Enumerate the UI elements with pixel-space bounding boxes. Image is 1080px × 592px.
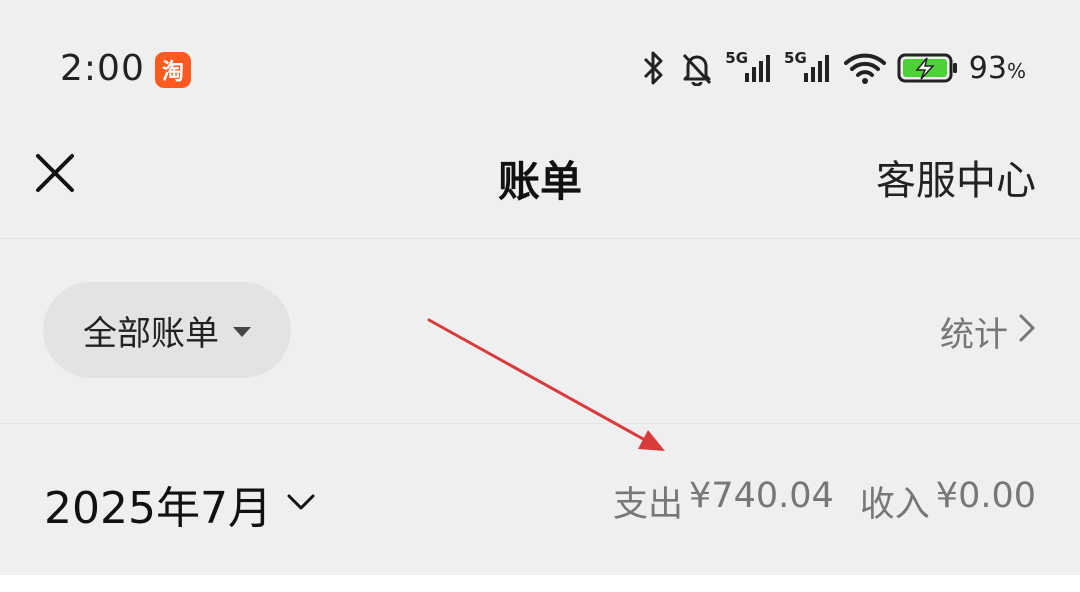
nav-bar: 账单 客服中心 <box>0 120 1080 239</box>
cellular-signal-2-icon: 5G <box>784 49 833 83</box>
battery-charging-icon <box>897 52 959 84</box>
taobao-app-icon: 淘 <box>155 52 191 88</box>
statistics-label: 统计 <box>940 315 1008 355</box>
battery-percentage: 93% <box>968 50 1026 86</box>
bill-type-dropdown[interactable]: 全部账单 <box>43 282 291 378</box>
list-area-top <box>0 575 1080 592</box>
statistics-link[interactable]: 统计 <box>940 307 1036 356</box>
chevron-down-icon <box>286 492 316 516</box>
cellular-signal-1-icon: 5G <box>725 49 774 83</box>
status-bar: 2:00 淘 5G 5G 93% <box>0 0 1080 120</box>
status-time: 2:00 <box>60 48 145 89</box>
status-icons: 5G 5G 93% <box>639 48 1026 88</box>
income-label: 收入 <box>859 485 930 525</box>
month-summary: 支出 ¥740.04 收入 ¥0.00 <box>613 476 1036 527</box>
filter-row: 全部账单 统计 <box>0 239 1080 424</box>
expense-summary: 支出 ¥740.04 <box>613 476 834 527</box>
month-selector[interactable]: 2025年7月 <box>44 472 316 536</box>
chevron-right-icon <box>1018 312 1036 352</box>
month-label: 2025年7月 <box>44 483 272 534</box>
bluetooth-icon <box>639 50 669 86</box>
bell-muted-icon <box>679 50 715 86</box>
income-value: ¥0.00 <box>935 476 1036 516</box>
caret-down-icon <box>233 326 251 337</box>
expense-label: 支出 <box>613 485 684 525</box>
wifi-icon <box>843 51 887 85</box>
customer-service-link[interactable]: 客服中心 <box>876 148 1036 206</box>
month-summary-row: 2025年7月 支出 ¥740.04 收入 ¥0.00 <box>0 424 1080 574</box>
bill-type-label: 全部账单 <box>83 313 219 354</box>
income-summary: 收入 ¥0.00 <box>860 476 1036 527</box>
expense-value: ¥740.04 <box>689 476 834 516</box>
